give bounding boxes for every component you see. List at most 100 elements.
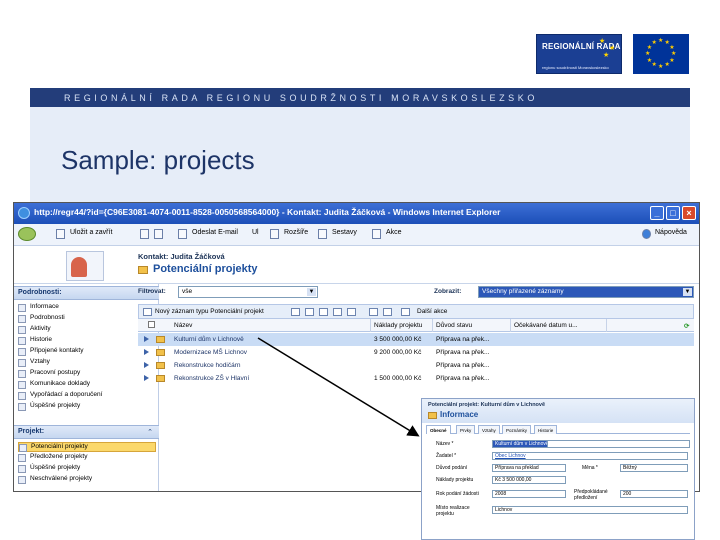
expand-arrow-icon[interactable] bbox=[144, 336, 149, 342]
tab-notes[interactable]: Poznámky bbox=[502, 425, 532, 434]
email-icon[interactable] bbox=[347, 308, 356, 316]
nav-item-icon bbox=[18, 337, 26, 345]
row-name[interactable]: Kulturní dům v Lichnově bbox=[174, 336, 244, 343]
place-field[interactable]: Lichnov bbox=[492, 506, 688, 514]
nav-item-label: Vztahy bbox=[30, 358, 50, 365]
refresh-icon[interactable]: ⟳ bbox=[684, 322, 689, 330]
applicant-lookup[interactable]: Obec Lichnov bbox=[492, 452, 688, 460]
column-expected-date[interactable]: Očekávané datum u... bbox=[514, 322, 578, 329]
extend-button[interactable]: Rozšíře bbox=[284, 229, 308, 236]
table-row[interactable]: Rekonstrukce hodičárn Příprava na přek... bbox=[138, 359, 694, 372]
eu-flag-logo: ★ ★ ★ ★ ★ ★ ★ ★ ★ ★ ★ ★ bbox=[633, 34, 689, 74]
contact-name: Kontakt: Judita Žáčková bbox=[138, 252, 225, 261]
tab-elements[interactable]: Prvky bbox=[456, 425, 476, 434]
ul-button[interactable]: Ul bbox=[252, 229, 259, 236]
print-icon[interactable] bbox=[140, 229, 149, 239]
actions-button[interactable]: Akce bbox=[386, 229, 402, 236]
cost-field[interactable]: Kč 3 500 000,00 bbox=[492, 476, 566, 484]
nav-item[interactable]: Vypořádací a doporučení bbox=[18, 391, 156, 401]
attach-icon[interactable] bbox=[154, 229, 163, 239]
year-field[interactable]: 2008 bbox=[492, 490, 566, 498]
nav-item[interactable]: Komunikace doklady bbox=[18, 380, 156, 390]
nav-item[interactable]: Potenciální projekty bbox=[18, 442, 156, 452]
name-field[interactable]: Kulturní dům v Lichnově bbox=[492, 440, 548, 448]
slide-title: Sample: projects bbox=[61, 145, 255, 175]
nav-item[interactable]: Připojené kontakty bbox=[18, 347, 156, 357]
tab-relations[interactable]: Vztahy bbox=[478, 425, 500, 434]
nav-item-icon bbox=[18, 359, 26, 367]
filter-bar: Filtrovat: vše ▼ Zobrazit: Všechny přiřa… bbox=[138, 286, 694, 300]
table-row[interactable]: Kulturní dům v Lichnově 3 500 000,00 Kč Př… bbox=[138, 333, 694, 346]
expand-arrow-icon[interactable] bbox=[144, 349, 149, 355]
view-select[interactable]: Všechny přiřazené záznamy ▼ bbox=[478, 286, 694, 298]
currency-select[interactable]: Běžný bbox=[620, 464, 688, 472]
nav-item[interactable]: Historie bbox=[18, 336, 156, 346]
more-actions-button[interactable]: Další akce bbox=[417, 308, 447, 315]
row-name[interactable]: Rekonstrukce ZŠ v Hlavní bbox=[174, 375, 249, 382]
logo-subtitle: regionu soudržnosti Moravskoslezsko bbox=[542, 65, 609, 70]
save-close-button[interactable]: Uložit a zavřít bbox=[70, 229, 112, 236]
row-name[interactable]: Rekonstrukce hodičárn bbox=[174, 362, 240, 369]
table-row[interactable]: Rekonstrukce ZŠ v Hlavní 1 500 000,00 Kč P… bbox=[138, 372, 694, 385]
tab-general[interactable]: Obecné bbox=[426, 425, 451, 434]
nav-item[interactable]: Pracovní postupy bbox=[18, 369, 156, 379]
nav-item[interactable]: Podrobnosti bbox=[18, 314, 156, 324]
eu-star-icon: ★ bbox=[658, 38, 664, 44]
minimize-button[interactable]: _ bbox=[650, 206, 664, 220]
export-icon[interactable] bbox=[305, 308, 314, 316]
nav-item-icon bbox=[18, 348, 26, 356]
tab-history[interactable]: Historie bbox=[534, 425, 558, 434]
nav-item-icon bbox=[18, 381, 26, 389]
select-all-checkbox[interactable] bbox=[148, 321, 155, 328]
nav-item[interactable]: Neschválené projekty bbox=[18, 475, 156, 485]
workflow-icon[interactable] bbox=[369, 308, 378, 316]
column-separator bbox=[510, 319, 511, 332]
reason-label: Důvod podání bbox=[436, 465, 468, 471]
nav-item-icon bbox=[19, 444, 27, 452]
form-toolbar: Uložit a zavřít Odeslat E-mail Ul Rozšíř… bbox=[14, 224, 699, 246]
expand-arrow-icon[interactable] bbox=[144, 375, 149, 381]
table-row[interactable]: Modernizace MŠ Lichnov 9 200 000,00 Kč Pří… bbox=[138, 346, 694, 359]
row-name[interactable]: Modernizace MŠ Lichnov bbox=[174, 349, 247, 356]
new-record-button[interactable]: Nový záznam typu Potenciální projekt bbox=[155, 308, 264, 315]
share-icon[interactable] bbox=[333, 308, 342, 316]
nav-item[interactable]: Předložené projekty bbox=[18, 453, 156, 463]
chevron-up-icon[interactable]: ⌃ bbox=[147, 428, 153, 436]
report-icon[interactable] bbox=[401, 308, 410, 316]
nav-item-icon bbox=[18, 315, 26, 323]
delete-icon[interactable] bbox=[383, 308, 392, 316]
detail-form: Potenciální projekt: Kulturní dům v Lich… bbox=[421, 398, 695, 540]
nav-item[interactable]: Aktivity bbox=[18, 325, 156, 335]
close-button[interactable]: × bbox=[682, 206, 696, 220]
banner: REGIONÁLNÍ RADA REGIONU SOUDRŽNOSTI MORA… bbox=[30, 88, 690, 107]
assign-icon[interactable] bbox=[319, 308, 328, 316]
name-field-rest[interactable] bbox=[548, 440, 690, 448]
column-reason[interactable]: Důvod stavu bbox=[436, 322, 472, 329]
actions-icon bbox=[372, 229, 381, 239]
folder-icon bbox=[156, 336, 165, 343]
column-cost[interactable]: Náklady projektu bbox=[374, 322, 422, 329]
nav-item-icon bbox=[18, 392, 26, 400]
nav-section-project[interactable]: Projekt: ⌃ bbox=[14, 425, 159, 439]
send-email-button[interactable]: Odeslat E-mail bbox=[192, 229, 238, 236]
window-titlebar: http://regr44/?id={C96E3081-4074-0011-85… bbox=[14, 203, 699, 224]
nav-section-label: Projekt: bbox=[18, 428, 45, 435]
column-name[interactable]: Název bbox=[174, 322, 192, 329]
maximize-button[interactable]: □ bbox=[666, 206, 680, 220]
filter-select[interactable]: vše ▼ bbox=[178, 286, 318, 298]
reports-button[interactable]: Sestavy bbox=[332, 229, 357, 236]
column-separator bbox=[606, 319, 607, 332]
nav-item[interactable]: Úspěšné projekty bbox=[18, 402, 156, 412]
reason-select[interactable]: Příprava na překlad bbox=[492, 464, 566, 472]
help-button[interactable]: Nápověda bbox=[655, 229, 687, 236]
nav-item[interactable]: Informace bbox=[18, 303, 156, 313]
expected-field[interactable]: 200 bbox=[620, 490, 688, 498]
banner-text: REGIONÁLNÍ RADA REGIONU SOUDRŽNOSTI MORA… bbox=[64, 93, 538, 103]
record-header: Kontakt: Judita Žáčková Potenciální proj… bbox=[14, 246, 699, 284]
grid-toolbar: Nový záznam typu Potenciální projekt Dal… bbox=[138, 304, 694, 319]
nav-item[interactable]: Vztahy bbox=[18, 358, 156, 368]
nav-item[interactable]: Úspěšné projekty bbox=[18, 464, 156, 474]
nav-section-label: Podrobnosti: bbox=[18, 289, 62, 296]
expand-arrow-icon[interactable] bbox=[144, 362, 149, 368]
edit-icon[interactable] bbox=[291, 308, 300, 316]
